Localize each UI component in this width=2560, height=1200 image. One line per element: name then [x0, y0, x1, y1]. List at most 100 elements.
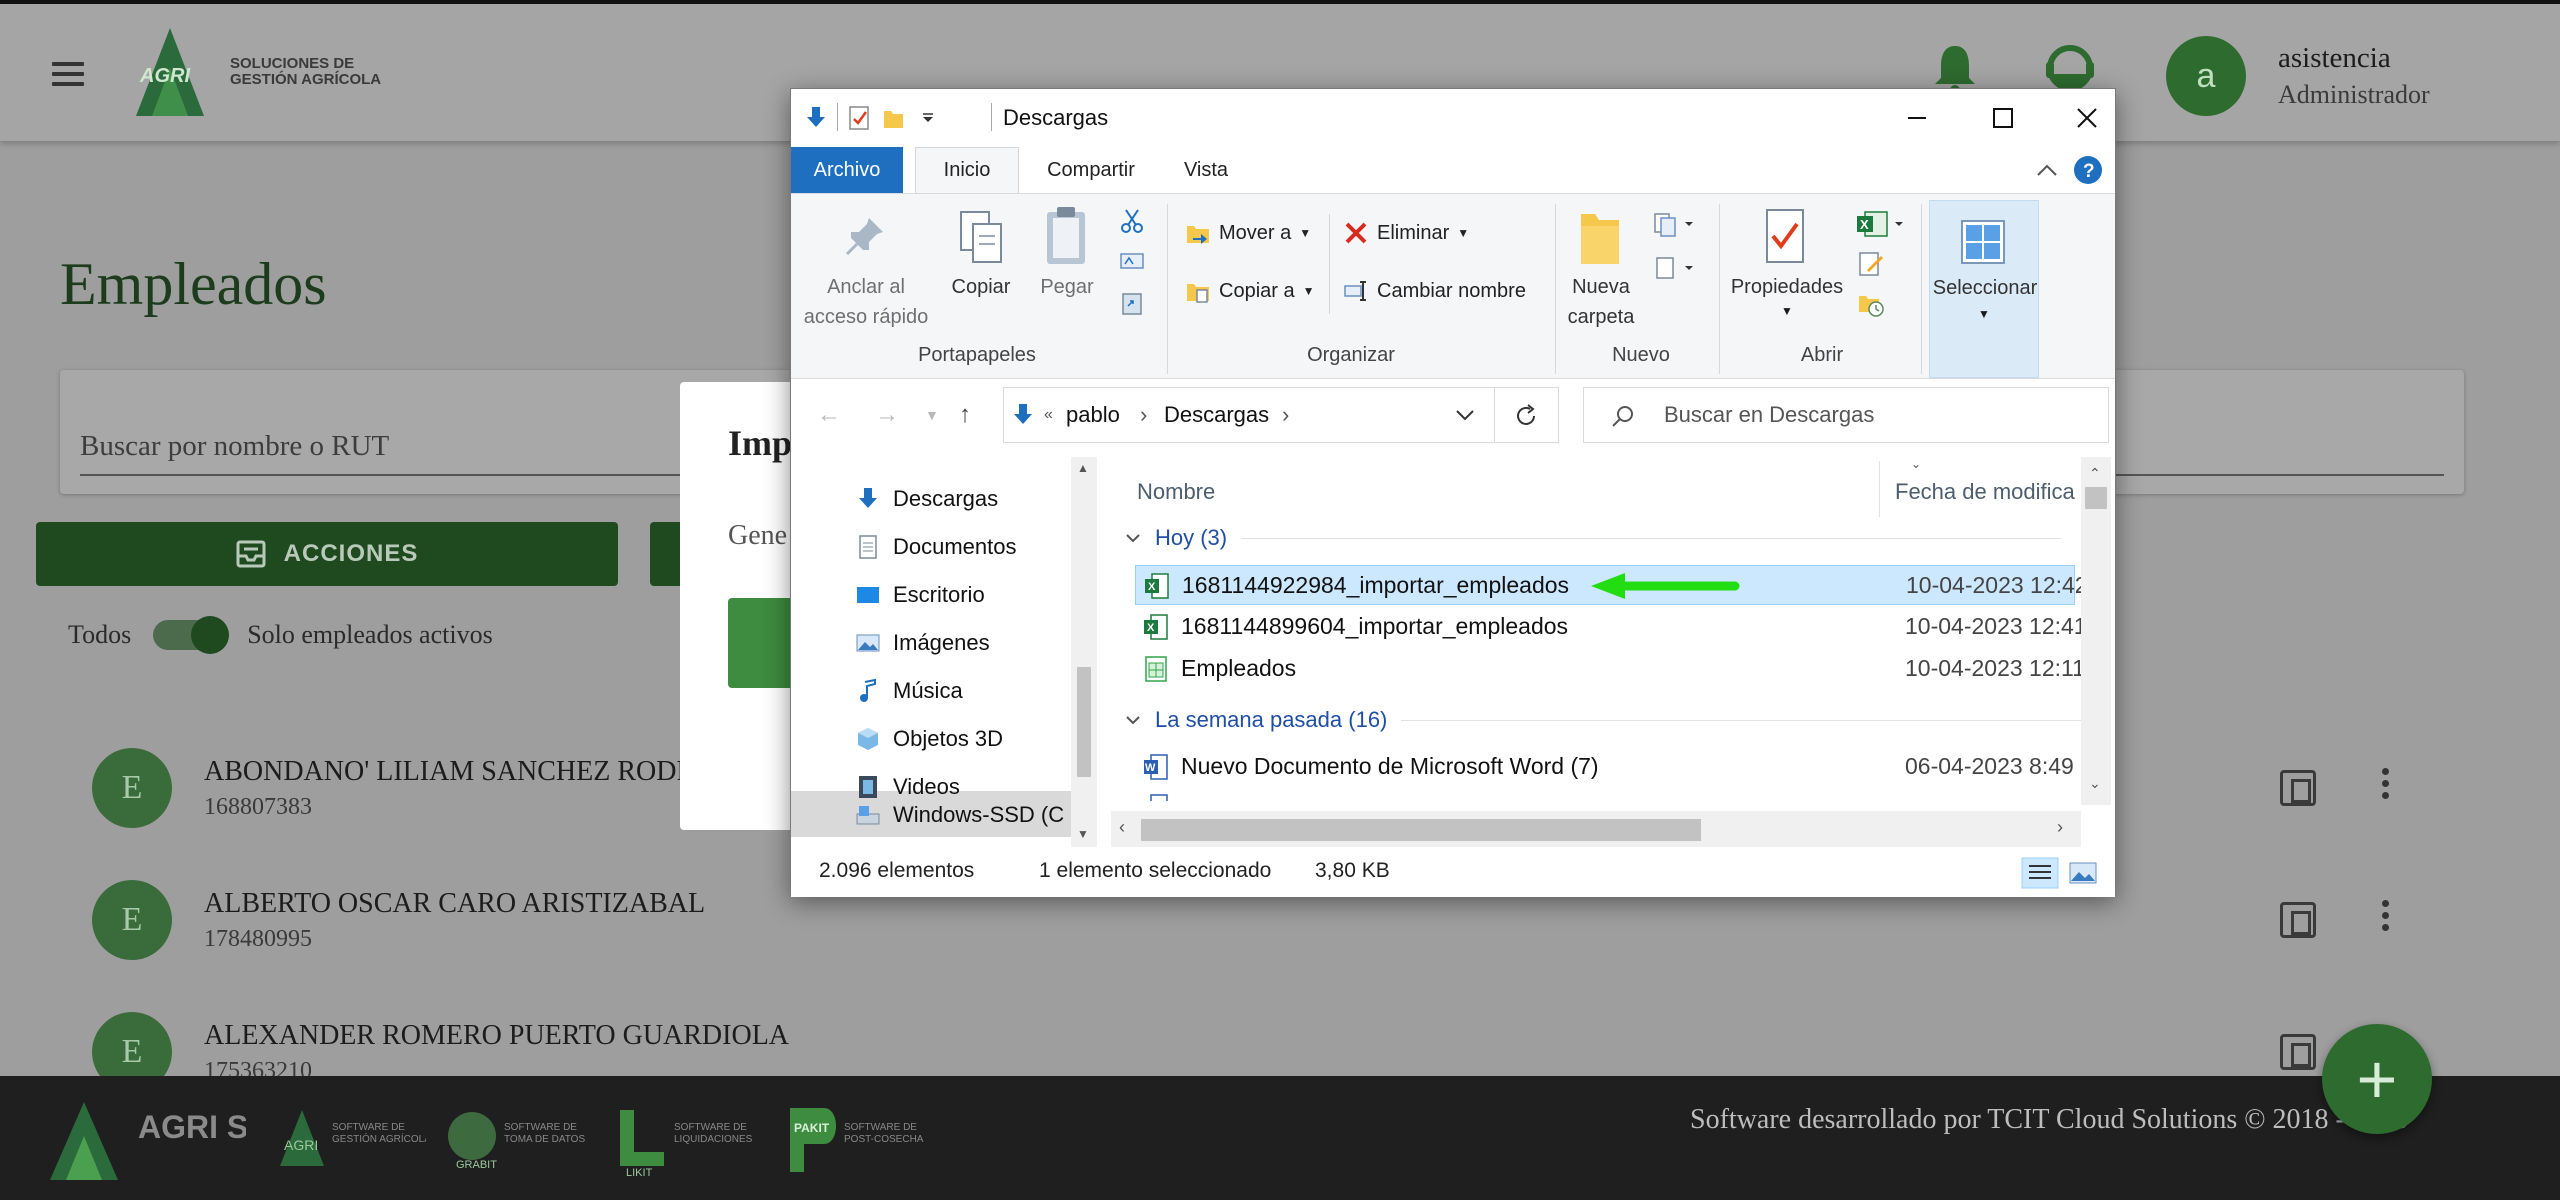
new-folder-quick-icon[interactable]: [881, 105, 907, 131]
folder-search-box[interactable]: Buscar en Descargas: [1583, 387, 2109, 443]
scroll-up-icon[interactable]: ▲: [1077, 461, 1089, 475]
document-icon[interactable]: [2280, 770, 2316, 806]
svg-text:GESTIÓN AGRÍCOLA: GESTIÓN AGRÍCOLA: [332, 1132, 426, 1145]
file-row[interactable]: W Nuevo Documento de Microsoft Word (7) …: [1135, 747, 2075, 787]
tab-home[interactable]: Inicio: [915, 147, 1019, 193]
scroll-up-icon[interactable]: ⌃: [2089, 465, 2101, 482]
nav-item-escritorio[interactable]: Escritorio: [855, 571, 1085, 619]
breadcrumb-separator-icon[interactable]: ›: [1282, 402, 1289, 428]
scroll-down-icon[interactable]: ⌄: [2089, 775, 2101, 792]
large-icons-view-icon[interactable]: [2067, 859, 2099, 887]
pin-icon[interactable]: [843, 214, 887, 258]
rename-icon: [1344, 281, 1366, 301]
details-view-icon[interactable]: [2021, 857, 2059, 889]
chevron-down-icon[interactable]: [915, 105, 941, 131]
scroll-down-icon[interactable]: ▼: [1077, 827, 1089, 841]
new-folder-icon[interactable]: [1577, 210, 1623, 268]
nav-scroll-thumb[interactable]: [1077, 667, 1091, 777]
tab-share[interactable]: Compartir: [1031, 147, 1151, 193]
easy-access-icon[interactable]: [1651, 254, 1699, 282]
properties-label[interactable]: Propiedades: [1727, 272, 1847, 302]
pin-quick-access-label[interactable]: Anclar al acceso rápido: [801, 272, 931, 332]
column-divider[interactable]: [1879, 461, 1880, 517]
address-history-chevron-icon[interactable]: [1454, 406, 1476, 424]
copy-to-button[interactable]: Copiar a ▼: [1185, 278, 1315, 304]
group-header-today[interactable]: Hoy (3): [1125, 525, 2062, 551]
help-icon[interactable]: ?: [2073, 155, 2103, 185]
up-arrow-icon[interactable]: ↑: [959, 401, 971, 429]
file-row[interactable]: Empleados 10-04-2023 12:11: [1135, 649, 2085, 689]
paste-shortcut-icon[interactable]: [1119, 290, 1145, 316]
delete-button[interactable]: Eliminar ▼: [1343, 220, 1469, 246]
user-avatar[interactable]: a: [2166, 36, 2246, 116]
forward-arrow-icon[interactable]: →: [875, 401, 899, 429]
select-button[interactable]: Seleccionar ▼: [1929, 200, 2039, 378]
file-list-vertical-scrollbar[interactable]: ⌃ ⌄: [2081, 457, 2111, 805]
minimize-button[interactable]: [1889, 95, 1945, 141]
history-icon[interactable]: [1857, 290, 1885, 318]
copy-path-icon[interactable]: [1119, 250, 1145, 272]
nav-item-windows-ssd[interactable]: Windows-SSD (C: [855, 791, 1085, 839]
active-only-toggle[interactable]: [153, 616, 230, 654]
more-options-icon[interactable]: [2382, 768, 2392, 808]
back-arrow-icon[interactable]: ←: [817, 401, 841, 429]
file-list-horizontal-scrollbar[interactable]: ‹ ›: [1111, 811, 2081, 847]
tab-view[interactable]: Vista: [1161, 147, 1251, 193]
nav-item-imagenes[interactable]: Imágenes: [855, 619, 1085, 667]
add-employee-button[interactable]: +: [2322, 1024, 2432, 1134]
menu-icon[interactable]: [52, 62, 84, 86]
new-item-icon[interactable]: [1651, 210, 1699, 238]
open-excel-icon[interactable]: X: [1855, 210, 1907, 240]
refresh-icon[interactable]: [1512, 402, 1540, 430]
properties-icon[interactable]: [1761, 206, 1809, 268]
paste-icon[interactable]: [1041, 204, 1091, 268]
folder-search-input[interactable]: Buscar en Descargas: [1664, 402, 1874, 428]
nav-item-documentos[interactable]: Documentos: [855, 523, 1085, 571]
tab-file[interactable]: Archivo: [791, 147, 903, 193]
download-arrow-icon[interactable]: [803, 105, 829, 131]
nav-scrollbar[interactable]: ▲ ▼: [1071, 457, 1097, 847]
group-header-last-week[interactable]: La semana pasada (16): [1125, 707, 2102, 733]
logo-caption-line2: GESTIÓN AGRÍCOLA: [230, 71, 382, 88]
desktop-icon: [857, 587, 879, 603]
vertical-scroll-thumb[interactable]: [2085, 487, 2107, 509]
scroll-left-icon[interactable]: ‹: [1119, 817, 1125, 838]
rename-button[interactable]: Cambiar nombre: [1343, 278, 1526, 304]
dropdown-arrow-icon[interactable]: ▼: [1781, 304, 1793, 318]
document-icon[interactable]: [2280, 1034, 2316, 1070]
document-icon[interactable]: [2280, 902, 2316, 938]
scroll-right-icon[interactable]: ›: [2057, 817, 2063, 838]
column-header-name[interactable]: Nombre: [1137, 479, 1215, 505]
breadcrumb-overflow[interactable]: «: [1044, 406, 1053, 424]
column-header-date[interactable]: Fecha de modifica: [1895, 479, 2075, 505]
cut-icon[interactable]: [1119, 208, 1145, 234]
breadcrumb-item[interactable]: pablo: [1066, 402, 1120, 428]
file-row[interactable]: X 1681144899604_importar_empleados 10-04…: [1135, 607, 2087, 647]
copy-icon[interactable]: [957, 208, 1007, 268]
properties-quick-icon[interactable]: [847, 105, 873, 131]
address-bar[interactable]: « pablo › Descargas ›: [1003, 387, 1559, 443]
svg-text:SOFTWARE DE: SOFTWARE DE: [844, 1122, 917, 1133]
collapse-ribbon-icon[interactable]: [2035, 161, 2059, 179]
breadcrumb-separator-icon[interactable]: ›: [1140, 402, 1147, 428]
horizontal-scroll-thumb[interactable]: [1141, 819, 1701, 841]
nav-item-objetos-3d[interactable]: Objetos 3D: [855, 715, 1085, 763]
breadcrumb-item[interactable]: Descargas: [1164, 402, 1269, 428]
copy-label[interactable]: Copiar: [941, 272, 1021, 302]
move-to-button[interactable]: Mover a ▼: [1185, 220, 1311, 246]
edit-icon[interactable]: [1857, 250, 1885, 278]
new-folder-label[interactable]: Nueva carpeta: [1561, 272, 1641, 332]
more-options-icon[interactable]: [2382, 900, 2392, 940]
employee-search-input[interactable]: Buscar por nombre o RUT: [80, 430, 389, 463]
svg-text:POST-COSECHA: POST-COSECHA: [844, 1134, 924, 1145]
file-row-partial[interactable]: [1135, 787, 2075, 801]
nav-item-descargas[interactable]: Descargas: [855, 475, 1085, 523]
agri-product-logo: AGRI SOFTWARE DE GESTIÓN AGRÍCOLA: [280, 1110, 426, 1166]
paste-label[interactable]: Pegar: [1027, 272, 1107, 302]
window-title: Descargas: [1003, 105, 1109, 130]
maximize-button[interactable]: [1975, 95, 2031, 141]
actions-button[interactable]: ACCIONES: [36, 522, 618, 586]
close-button[interactable]: [2059, 95, 2115, 141]
recent-locations-chevron-icon[interactable]: ▼: [925, 407, 939, 423]
nav-item-musica[interactable]: Música: [855, 667, 1085, 715]
